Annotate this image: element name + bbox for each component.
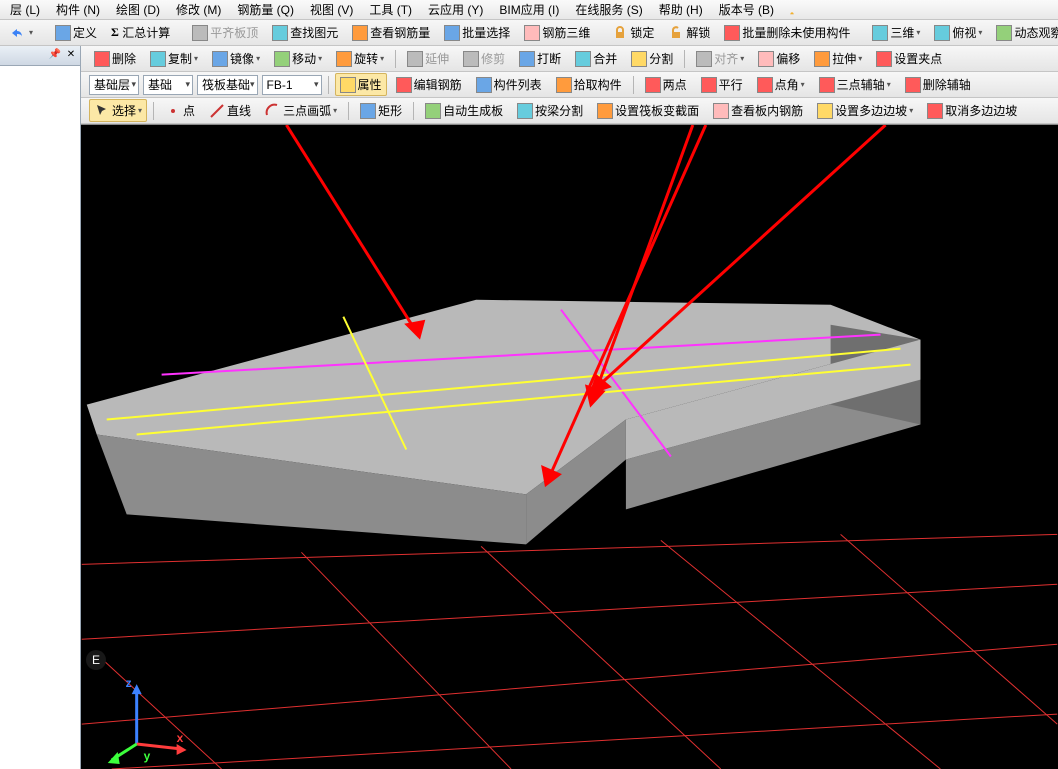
menubar: 层 (L) 构件 (N) 绘图 (D) 修改 (M) 钢筋量 (Q) 视图 (V… bbox=[0, 0, 1058, 20]
menu-item[interactable]: 帮助 (H) bbox=[653, 0, 709, 20]
define-button[interactable]: 定义 bbox=[50, 21, 102, 44]
beamsplit-button[interactable]: 按梁分割 bbox=[512, 99, 588, 122]
type-combo[interactable]: 筏板基础 bbox=[197, 75, 258, 95]
rotate-button[interactable]: 旋转 bbox=[331, 47, 389, 70]
svg-text:x: x bbox=[177, 731, 184, 745]
extend-button[interactable]: 延伸 bbox=[402, 47, 454, 70]
menu-item[interactable]: 版本号 (B) bbox=[713, 0, 780, 20]
trim-button[interactable]: 修剪 bbox=[458, 47, 510, 70]
menu-item[interactable]: BIM应用 (I) bbox=[493, 0, 565, 20]
select-button[interactable]: 选择 bbox=[89, 99, 147, 122]
delaux-button[interactable]: 删除辅轴 bbox=[900, 73, 976, 96]
svg-text:z: z bbox=[126, 676, 132, 690]
menu-item[interactable]: 云应用 (Y) bbox=[422, 0, 489, 20]
3d-button[interactable]: 三维 bbox=[867, 21, 925, 44]
menu-item[interactable]: 视图 (V) bbox=[304, 0, 359, 20]
break-button[interactable]: 打断 bbox=[514, 47, 566, 70]
member-combo[interactable]: FB-1 bbox=[262, 75, 322, 95]
unlock-button[interactable]: 解锁 bbox=[663, 21, 715, 44]
pick-button[interactable]: 拾取构件 bbox=[551, 73, 627, 96]
viewbar-button[interactable]: 查看钢筋量 bbox=[347, 21, 435, 44]
copy-button[interactable]: 复制 bbox=[145, 47, 203, 70]
floor-grid bbox=[82, 534, 1057, 769]
editbar-button[interactable]: 编辑钢筋 bbox=[391, 73, 467, 96]
tri-button[interactable]: 钢筋三维 bbox=[519, 21, 595, 44]
menu-item[interactable]: 工具 (T) bbox=[363, 0, 418, 20]
findel-button[interactable]: 查找图元 bbox=[267, 21, 343, 44]
dyn-button[interactable]: 动态观察 bbox=[991, 21, 1058, 44]
angpt-button[interactable]: 点角 bbox=[752, 73, 810, 96]
split-button[interactable]: 分割 bbox=[626, 47, 678, 70]
delete-button[interactable]: 删除 bbox=[89, 47, 141, 70]
axis-label-e: E bbox=[86, 650, 106, 670]
attr-button[interactable]: 属性 bbox=[335, 73, 387, 96]
toolbar-4: 选择 点 直线 三点画弧 矩形 自动生成板 按梁分割 设置筏板变截面 查看板内钢… bbox=[81, 98, 1058, 124]
align-button[interactable]: 对齐 bbox=[691, 47, 749, 70]
flat-button[interactable]: 平齐板顶 bbox=[187, 21, 263, 44]
twopt-button[interactable]: 两点 bbox=[640, 73, 692, 96]
slab bbox=[87, 300, 921, 545]
autogen-button[interactable]: 自动生成板 bbox=[420, 99, 508, 122]
threept-button[interactable]: 三点辅轴 bbox=[814, 73, 896, 96]
hardhat-icon bbox=[784, 2, 800, 18]
raftsec-button[interactable]: 设置筏板变截面 bbox=[592, 99, 704, 122]
arc3-button[interactable]: 三点画弧 bbox=[260, 99, 342, 122]
line-button[interactable]: 直线 bbox=[204, 99, 256, 122]
menu-item[interactable]: 构件 (N) bbox=[50, 0, 106, 20]
layer-combo[interactable]: 基础层 bbox=[89, 75, 139, 95]
toolbar-2: 删除 复制 镜像 移动 旋转 延伸 修剪 打断 合并 分割 对齐 偏移 拉伸 设… bbox=[81, 46, 1058, 72]
sidebar: 📌 ✕ bbox=[0, 46, 81, 769]
mirror-button[interactable]: 镜像 bbox=[207, 47, 265, 70]
toolbar-1: 定义 Σ 汇总计算 平齐板顶 查找图元 查看钢筋量 批量选择 钢筋三维 锁定 解… bbox=[0, 20, 1058, 46]
viewport-3d[interactable]: z x y E bbox=[81, 124, 1058, 769]
top-button[interactable]: 俯视 bbox=[929, 21, 987, 44]
grip-button[interactable]: 设置夹点 bbox=[871, 47, 947, 70]
viewport-svg: z x y bbox=[81, 125, 1058, 769]
orientation-gizmo: z x y bbox=[108, 676, 187, 764]
batchsel-button[interactable]: 批量选择 bbox=[439, 21, 515, 44]
move-button[interactable]: 移动 bbox=[269, 47, 327, 70]
batchdel-button[interactable]: 批量删除未使用构件 bbox=[719, 21, 855, 44]
svg-text:y: y bbox=[144, 749, 151, 763]
pin-icon[interactable]: 📌 bbox=[48, 49, 62, 63]
menu-item[interactable]: 绘图 (D) bbox=[110, 0, 166, 20]
undo-button[interactable] bbox=[4, 22, 38, 44]
content: 删除 复制 镜像 移动 旋转 延伸 修剪 打断 合并 分割 对齐 偏移 拉伸 设… bbox=[81, 46, 1058, 769]
menu-item[interactable]: 钢筋量 (Q) bbox=[231, 0, 300, 20]
sidebar-head: 📌 ✕ bbox=[0, 46, 80, 66]
point-button[interactable]: 点 bbox=[160, 99, 200, 122]
rect-button[interactable]: 矩形 bbox=[355, 99, 407, 122]
close-icon[interactable]: ✕ bbox=[64, 49, 78, 63]
toolbar-3: 基础层 基础 筏板基础 FB-1 属性 编辑钢筋 构件列表 拾取构件 两点 平行… bbox=[81, 72, 1058, 98]
viewbar2-button[interactable]: 查看板内钢筋 bbox=[708, 99, 808, 122]
sum-button[interactable]: Σ 汇总计算 bbox=[106, 21, 175, 44]
merge-button[interactable]: 合并 bbox=[570, 47, 622, 70]
multislope-button[interactable]: 设置多边边坡 bbox=[812, 99, 918, 122]
lock-button[interactable]: 锁定 bbox=[607, 21, 659, 44]
stretch-button[interactable]: 拉伸 bbox=[809, 47, 867, 70]
menu-item[interactable]: 层 (L) bbox=[4, 0, 46, 20]
parallel-button[interactable]: 平行 bbox=[696, 73, 748, 96]
menu-item[interactable]: 修改 (M) bbox=[170, 0, 227, 20]
offset-button[interactable]: 偏移 bbox=[753, 47, 805, 70]
list-button[interactable]: 构件列表 bbox=[471, 73, 547, 96]
cat-combo[interactable]: 基础 bbox=[143, 75, 193, 95]
menu-item[interactable]: 在线服务 (S) bbox=[569, 0, 648, 20]
cancelslope-button[interactable]: 取消多边边坡 bbox=[922, 99, 1022, 122]
